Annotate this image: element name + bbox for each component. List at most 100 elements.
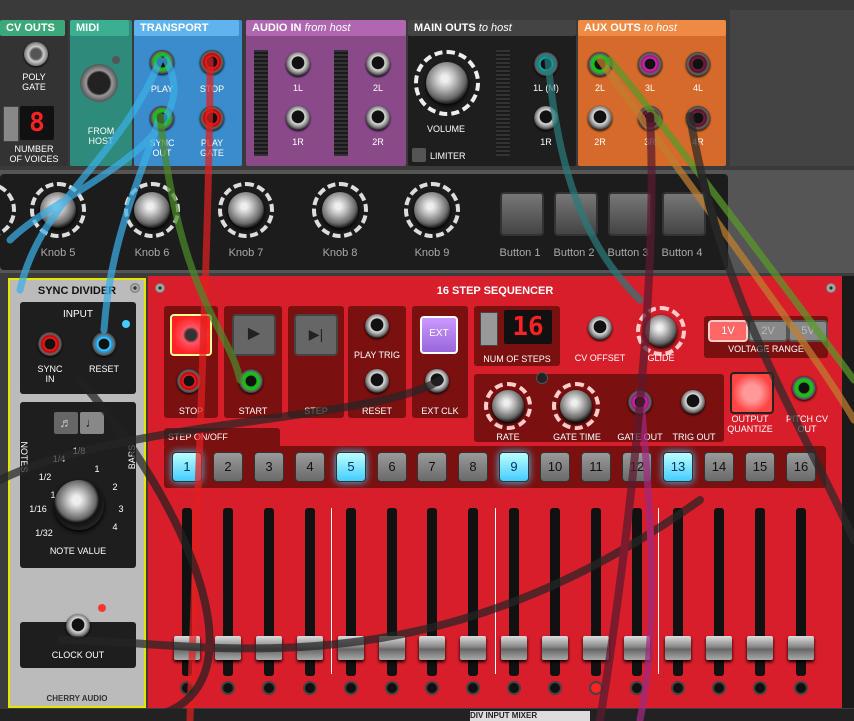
step-fader-1[interactable] — [174, 508, 200, 676]
range-1v-button[interactable]: 1V — [708, 320, 748, 342]
step-button-11[interactable]: 11 — [581, 452, 611, 482]
range-5v-button[interactable]: 5V — [788, 320, 828, 342]
output-quantize-button[interactable] — [730, 372, 774, 414]
volume-knob[interactable] — [426, 62, 468, 104]
gate-time-knob[interactable] — [560, 390, 592, 422]
knob-6[interactable] — [134, 192, 170, 228]
aux-4l-jack[interactable] — [686, 52, 710, 76]
play-trig-jack[interactable] — [365, 314, 389, 338]
range-2v-button[interactable]: 2V — [748, 320, 788, 342]
pitch-cv-out-jack[interactable] — [792, 376, 816, 400]
notes-toggle[interactable]: ♬ — [54, 412, 78, 434]
aux-2l-jack[interactable] — [588, 52, 612, 76]
audio-in-1r-jack[interactable] — [286, 106, 310, 130]
step-button-5[interactable]: 5 — [336, 452, 366, 482]
fader-cap[interactable] — [665, 636, 691, 660]
stop-jack-seq[interactable] — [177, 369, 201, 393]
aux-4r-jack[interactable] — [686, 106, 710, 130]
glide-knob[interactable] — [645, 315, 677, 347]
fader-cap[interactable] — [501, 636, 527, 660]
step-fader-16[interactable] — [788, 508, 814, 676]
aux-2r-jack[interactable] — [588, 106, 612, 130]
step-button-8[interactable]: 8 — [458, 452, 488, 482]
fader-cap[interactable] — [174, 636, 200, 660]
fader-cap[interactable] — [460, 636, 486, 660]
step-button-13[interactable]: 13 — [663, 452, 693, 482]
step-button-9[interactable]: 9 — [499, 452, 529, 482]
step-fader-14[interactable] — [706, 508, 732, 676]
button-2[interactable] — [554, 192, 598, 236]
step-button-1[interactable]: 1 — [172, 452, 202, 482]
step-fader-7[interactable] — [419, 508, 445, 676]
step-button-6[interactable]: 6 — [377, 452, 407, 482]
audio-in-2r-jack[interactable] — [366, 106, 390, 130]
knob-9[interactable] — [414, 192, 450, 228]
limiter-checkbox[interactable] — [412, 148, 426, 162]
ext-button[interactable]: EXT — [420, 316, 458, 354]
ext-clk-jack[interactable] — [425, 369, 449, 393]
step-fader-4[interactable] — [297, 508, 323, 676]
stop-jack[interactable] — [200, 50, 224, 74]
main-out-1r-jack[interactable] — [534, 106, 558, 130]
trig-out-jack[interactable] — [681, 390, 705, 414]
cv-offset-jack[interactable] — [588, 316, 612, 340]
step-fader-15[interactable] — [747, 508, 773, 676]
step-fader-12[interactable] — [624, 508, 650, 676]
step-fader-11[interactable] — [583, 508, 609, 676]
fader-cap[interactable] — [706, 636, 732, 660]
play-gate-jack[interactable] — [200, 106, 224, 130]
voices-stepper[interactable] — [3, 106, 19, 142]
audio-in-1l-jack[interactable] — [286, 52, 310, 76]
fader-cap[interactable] — [788, 636, 814, 660]
aux-3r-jack[interactable] — [638, 106, 662, 130]
bars-toggle[interactable]: ♩ — [80, 412, 104, 434]
step-fader-6[interactable] — [379, 508, 405, 676]
step-fader-3[interactable] — [256, 508, 282, 676]
aux-3l-jack[interactable] — [638, 52, 662, 76]
step-fader-8[interactable] — [460, 508, 486, 676]
step-button-3[interactable]: 3 — [254, 452, 284, 482]
note-value-knob[interactable] — [54, 480, 104, 530]
poly-gate-jack[interactable] — [24, 42, 48, 66]
button-4[interactable] — [662, 192, 706, 236]
clock-out-jack[interactable] — [66, 614, 90, 638]
step-fader-9[interactable] — [501, 508, 527, 676]
knob-7[interactable] — [228, 192, 264, 228]
button-1[interactable] — [500, 192, 544, 236]
step-fader-5[interactable] — [338, 508, 364, 676]
step-button-10[interactable]: 10 — [540, 452, 570, 482]
fader-cap[interactable] — [297, 636, 323, 660]
num-steps-stepper[interactable] — [480, 312, 498, 346]
fader-cap[interactable] — [419, 636, 445, 660]
knob-8[interactable] — [322, 192, 358, 228]
button-3[interactable] — [608, 192, 652, 236]
fader-cap[interactable] — [542, 636, 568, 660]
sync-in-jack[interactable] — [38, 332, 62, 356]
step-button-16[interactable]: 16 — [786, 452, 816, 482]
fader-cap[interactable] — [215, 636, 241, 660]
step-button-4[interactable]: 4 — [295, 452, 325, 482]
fader-cap[interactable] — [379, 636, 405, 660]
stop-button[interactable] — [170, 314, 212, 356]
start-button[interactable]: ▶ — [232, 314, 276, 356]
play-jack[interactable] — [150, 50, 174, 74]
fader-cap[interactable] — [747, 636, 773, 660]
fader-cap[interactable] — [624, 636, 650, 660]
main-out-1l-jack[interactable] — [534, 52, 558, 76]
step-button-2[interactable]: 2 — [213, 452, 243, 482]
rate-knob[interactable] — [492, 390, 524, 422]
fader-cap[interactable] — [583, 636, 609, 660]
sync-out-jack[interactable] — [150, 106, 174, 130]
start-jack[interactable] — [239, 369, 263, 393]
fader-cap[interactable] — [338, 636, 364, 660]
step-fader-13[interactable] — [665, 508, 691, 676]
fader-cap[interactable] — [256, 636, 282, 660]
reset-jack[interactable] — [92, 332, 116, 356]
step-fader-2[interactable] — [215, 508, 241, 676]
step-button[interactable]: ▶| — [294, 314, 338, 356]
step-fader-10[interactable] — [542, 508, 568, 676]
step-button-15[interactable]: 15 — [745, 452, 775, 482]
knob-5[interactable] — [40, 192, 76, 228]
step-button-14[interactable]: 14 — [704, 452, 734, 482]
midi-din-port[interactable] — [80, 64, 118, 102]
